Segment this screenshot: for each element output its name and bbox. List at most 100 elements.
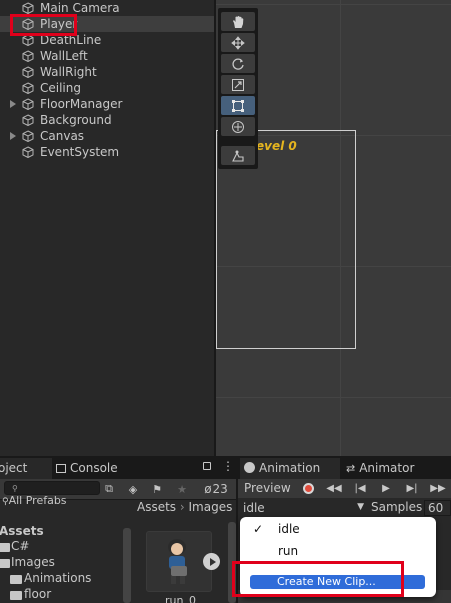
- eye-slash-icon: ø: [204, 482, 212, 496]
- expand-arrow-icon[interactable]: [10, 100, 16, 108]
- next-keyframe-icon[interactable]: ▶|: [402, 481, 422, 496]
- preview-button[interactable]: Preview: [244, 481, 291, 495]
- gameobject-cube-icon: [22, 146, 34, 158]
- tree-all-prefabs-label: All Prefabs: [8, 494, 67, 507]
- play-icon[interactable]: ▶: [376, 481, 396, 496]
- scene-toolbar: [218, 8, 258, 169]
- samples-input[interactable]: 60: [424, 500, 451, 516]
- move-tool-icon[interactable]: [221, 33, 255, 52]
- scale-tool-icon[interactable]: [221, 75, 255, 94]
- hierarchy-item-label: Canvas: [40, 129, 85, 143]
- favorite-star-icon[interactable]: ★: [172, 480, 192, 498]
- breadcrumb-assets[interactable]: Assets: [137, 500, 176, 514]
- tab-console[interactable]: Console: [52, 458, 142, 479]
- search-icon: ⚲: [12, 484, 18, 493]
- play-preview-icon[interactable]: [203, 553, 220, 570]
- hierarchy-item-ceiling[interactable]: Ceiling: [0, 80, 214, 96]
- menu-item-idle[interactable]: idle: [278, 522, 300, 536]
- hierarchy-item-label: Ceiling: [40, 81, 81, 95]
- gameobject-cube-icon: [22, 130, 34, 142]
- hidden-packages-toggle[interactable]: ø 23: [198, 480, 234, 498]
- tree-scrollbar[interactable]: [123, 528, 131, 603]
- tree-all-prefabs[interactable]: ⚲All Prefabs: [2, 494, 67, 507]
- hierarchy-item-label: EventSystem: [40, 145, 120, 159]
- hierarchy-panel: Main Camera Player DeathLine WallLeft Wa…: [0, 0, 214, 456]
- last-keyframe-icon[interactable]: ▶▶: [428, 481, 448, 496]
- tree-item-csharp[interactable]: C#: [11, 539, 29, 553]
- tab-animation[interactable]: Animation: [240, 458, 340, 479]
- rect-tool-icon[interactable]: [221, 96, 255, 115]
- hierarchy-item-label: Main Camera: [40, 1, 120, 15]
- folder-icon: [0, 543, 10, 552]
- tree-item-animations[interactable]: Animations: [24, 571, 91, 585]
- gameobject-cube-icon: [22, 34, 34, 46]
- label-tag-icon[interactable]: ⚑: [147, 480, 167, 498]
- scene-level-text: evel 0: [256, 139, 297, 153]
- hierarchy-item-wallleft[interactable]: WallLeft: [0, 48, 214, 64]
- animation-clock-icon: [244, 462, 255, 473]
- clip-select-dropdown[interactable]: idle ▼: [240, 500, 367, 517]
- gameobject-cube-icon: [22, 2, 34, 14]
- scene-view[interactable]: evel 0: [216, 0, 451, 456]
- tab-animator-label: Animator: [359, 461, 415, 475]
- assets-scrollbar[interactable]: [228, 522, 236, 603]
- custom-tool-icon[interactable]: [221, 146, 255, 165]
- hierarchy-item-player[interactable]: Player: [0, 16, 214, 32]
- hierarchy-item-label: Player: [40, 17, 78, 31]
- hierarchy-item-label: WallRight: [40, 65, 97, 79]
- panel-menu-icon[interactable]: ⋮: [222, 460, 234, 472]
- folder-icon: [10, 575, 22, 584]
- hand-tool-icon[interactable]: [221, 12, 255, 31]
- hierarchy-item-background[interactable]: Background: [0, 112, 214, 128]
- menu-item-create-new-clip[interactable]: Create New Clip...: [250, 575, 425, 589]
- tab-animation-label: Animation: [259, 461, 321, 475]
- breadcrumb: Assets › Images: [137, 500, 236, 518]
- tab-project[interactable]: oject: [0, 458, 52, 479]
- asset-label-run-0: run_0: [165, 594, 196, 603]
- chevron-down-icon: ▼: [357, 502, 364, 512]
- player-sprite-icon: [168, 539, 187, 584]
- gameobject-cube-icon: [22, 66, 34, 78]
- console-icon: [56, 464, 66, 473]
- unity-editor: Main Camera Player DeathLine WallLeft Wa…: [0, 0, 451, 603]
- gameobject-cube-icon: [22, 18, 34, 30]
- tab-project-label: oject: [0, 461, 28, 475]
- gameobject-cube-icon: [22, 50, 34, 62]
- rotate-tool-icon[interactable]: [221, 54, 255, 73]
- transform-tool-icon[interactable]: [221, 117, 255, 136]
- hierarchy-item-label: FloorManager: [40, 97, 123, 111]
- clip-dropdown-menu: ✓ idle run Create New Clip...: [240, 517, 436, 597]
- hierarchy-item-label: Background: [40, 113, 112, 127]
- hierarchy-item-eventsystem[interactable]: EventSystem: [0, 144, 214, 160]
- tree-item-floor[interactable]: floor: [24, 587, 51, 601]
- gameobject-cube-icon: [22, 114, 34, 126]
- menu-item-run[interactable]: run: [278, 544, 298, 558]
- tree-item-images[interactable]: Images: [11, 555, 55, 569]
- previous-keyframe-icon[interactable]: |◀: [350, 481, 370, 496]
- animator-icon: ⇄: [346, 462, 356, 475]
- hierarchy-item-floormanager[interactable]: FloorManager: [0, 96, 214, 112]
- search-by-type-icon[interactable]: ⧉: [99, 480, 119, 498]
- tree-assets[interactable]: Assets: [0, 524, 44, 538]
- hierarchy-item-label: WallLeft: [40, 49, 88, 63]
- project-search-input[interactable]: ⚲: [4, 481, 100, 495]
- hierarchy-item-wallright[interactable]: WallRight: [0, 64, 214, 80]
- tab-animator[interactable]: ⇄ Animator: [342, 458, 442, 479]
- lock-icon[interactable]: [203, 462, 211, 470]
- record-button[interactable]: [298, 481, 318, 496]
- search-icon: ⚲: [2, 497, 9, 507]
- filter-type-icon[interactable]: ◈: [123, 480, 143, 498]
- hierarchy-item-main-camera[interactable]: Main Camera: [0, 0, 214, 16]
- expand-arrow-icon[interactable]: [10, 132, 16, 140]
- clip-select-value: idle: [243, 501, 265, 515]
- breadcrumb-images[interactable]: Images: [189, 500, 233, 514]
- hierarchy-item-canvas[interactable]: Canvas: [0, 128, 214, 144]
- folder-icon: [10, 591, 22, 600]
- hierarchy-item-deathline[interactable]: DeathLine: [0, 32, 214, 48]
- project-folder-tree: ⚲All Prefabs Assets C# Images Animations…: [0, 494, 131, 603]
- gameobject-cube-icon: [22, 82, 34, 94]
- samples-label: Samples: [371, 500, 423, 514]
- first-keyframe-icon[interactable]: ◀◀: [324, 481, 344, 496]
- breadcrumb-separator-icon: ›: [179, 500, 189, 514]
- tab-console-label: Console: [70, 461, 118, 475]
